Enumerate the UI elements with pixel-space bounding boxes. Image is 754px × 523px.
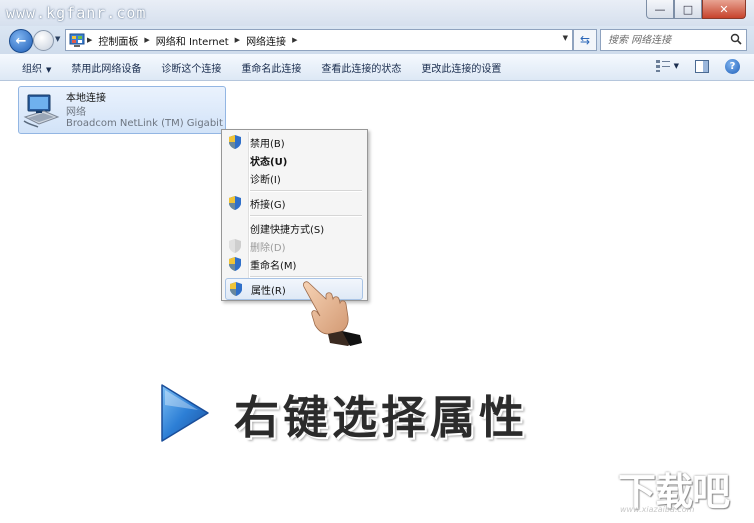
change-settings-button[interactable]: 更改此连接的设置 [417, 58, 505, 77]
menu-label: 重命名(M) [250, 260, 297, 272]
history-dropdown[interactable]: ▼ [55, 35, 60, 43]
pointing-hand-icon [303, 281, 362, 346]
view-controls: ▼ ? [646, 58, 740, 74]
back-button[interactable]: ← [9, 29, 33, 53]
window-controls: — □ ✕ [646, 0, 746, 19]
minimize-button[interactable]: — [646, 0, 674, 19]
network-adapter-icon [23, 94, 60, 128]
rename-button[interactable]: 重命名此连接 [237, 58, 305, 77]
menu-label: 诊断(I) [250, 174, 281, 186]
search-box [600, 29, 747, 51]
menu-label: 属性(R) [251, 285, 286, 297]
menu-separator [250, 215, 362, 217]
connection-device: Broadcom NetLink (TM) Gigabit Ethernet [66, 118, 224, 129]
help-icon[interactable]: ? [725, 58, 740, 74]
arrow-left-icon: ← [15, 33, 27, 49]
menu-separator [250, 190, 362, 192]
breadcrumb-network-connections[interactable]: 网络连接 [242, 33, 290, 48]
preview-pane-icon [695, 59, 709, 73]
menu-item-create-shortcut[interactable]: 创建快捷方式(S) [225, 218, 363, 238]
search-input[interactable] [606, 33, 730, 47]
site-watermark: www.kgfanr.com [6, 4, 147, 22]
menu-label: 桥接(G) [250, 199, 286, 211]
connection-type: 网络 [66, 107, 86, 118]
menu-label: 状态(U) [250, 156, 288, 168]
disable-device-button[interactable]: 禁用此网络设备 [67, 58, 145, 77]
play-icon [161, 384, 209, 442]
change-view-button[interactable] [654, 58, 672, 74]
uac-shield-icon [229, 239, 241, 253]
breadcrumb-control-panel[interactable]: 控制面板 [94, 33, 142, 48]
address-dropdown[interactable]: ▼ [563, 34, 568, 42]
chevron-right-icon: ▶ [144, 36, 150, 44]
uac-shield-icon [229, 257, 241, 271]
close-button[interactable]: ✕ [702, 0, 746, 19]
view-status-button[interactable]: 查看此连接的状态 [317, 58, 405, 77]
connection-name: 本地连接 [66, 93, 106, 104]
organize-button[interactable]: 组织 ▼ [18, 58, 55, 77]
preview-pane-button[interactable] [693, 58, 711, 74]
chevron-right-icon: ▶ [234, 36, 241, 44]
breadcrumb-network-internet[interactable]: 网络和 Internet [152, 33, 233, 48]
refresh-icon: ⇆ [579, 33, 591, 47]
breadcrumb[interactable]: ▶ 控制面板 ▶ 网络和 Internet ▶ 网络连接 ▶ ▼ [65, 29, 573, 51]
menu-item-status[interactable]: 状态(U) [225, 150, 363, 170]
menu-item-diagnose[interactable]: 诊断(I) [225, 168, 363, 188]
content-area: 本地连接 网络 Broadcom NetLink (TM) Gigabit Et… [0, 81, 754, 523]
menu-label: 禁用(B) [250, 138, 285, 150]
uac-shield-icon [229, 135, 241, 149]
menu-item-rename[interactable]: 重命名(M) [225, 254, 363, 274]
view-dropdown-icon[interactable]: ▼ [674, 62, 679, 70]
command-bar: 组织 ▼ 禁用此网络设备 诊断这个连接 重命名此连接 查看此连接的状态 更改此连接… [0, 54, 754, 81]
menu-label: 创建快捷方式(S) [250, 224, 325, 236]
uac-shield-icon [230, 282, 242, 296]
diagnose-button[interactable]: 诊断这个连接 [157, 58, 225, 77]
context-menu: 禁用(B) 状态(U) 诊断(I) 桥接(G) 创建快捷方式(S) 删除(D) [221, 129, 368, 301]
menu-item-disable[interactable]: 禁用(B) [225, 132, 363, 152]
maximize-button[interactable]: □ [674, 0, 702, 19]
refresh-button[interactable]: ⇆ [573, 29, 597, 51]
brand-url: www.xiazaiba.com [620, 505, 695, 514]
address-row: ← ▼ ▶ 控制面板 ▶ 网络和 Internet ▶ 网络连接 ▶ ▼ ⇆ [0, 26, 754, 54]
explorer-window: www.kgfanr.com — □ ✕ ← ▼ ▶ 控制面板 ▶ 网络和 In… [0, 0, 754, 523]
menu-label: 删除(D) [250, 242, 286, 254]
menu-item-delete: 删除(D) [225, 236, 363, 256]
chevron-right-icon: ▶ [87, 36, 93, 44]
view-list-icon [655, 60, 670, 72]
organize-label: 组织 [22, 63, 42, 75]
search-icon[interactable] [730, 33, 742, 45]
instruction-caption: 右键选择属性 [234, 391, 529, 444]
uac-shield-icon [229, 196, 241, 210]
menu-item-bridge[interactable]: 桥接(G) [225, 193, 363, 213]
local-connection-item[interactable]: 本地连接 网络 Broadcom NetLink (TM) Gigabit Et… [18, 86, 226, 134]
forward-button[interactable] [33, 30, 54, 51]
control-panel-icon [69, 33, 85, 47]
chevron-down-icon: ▼ [46, 65, 52, 74]
title-bar: www.kgfanr.com — □ ✕ [0, 0, 754, 26]
chevron-right-icon: ▶ [292, 36, 298, 44]
